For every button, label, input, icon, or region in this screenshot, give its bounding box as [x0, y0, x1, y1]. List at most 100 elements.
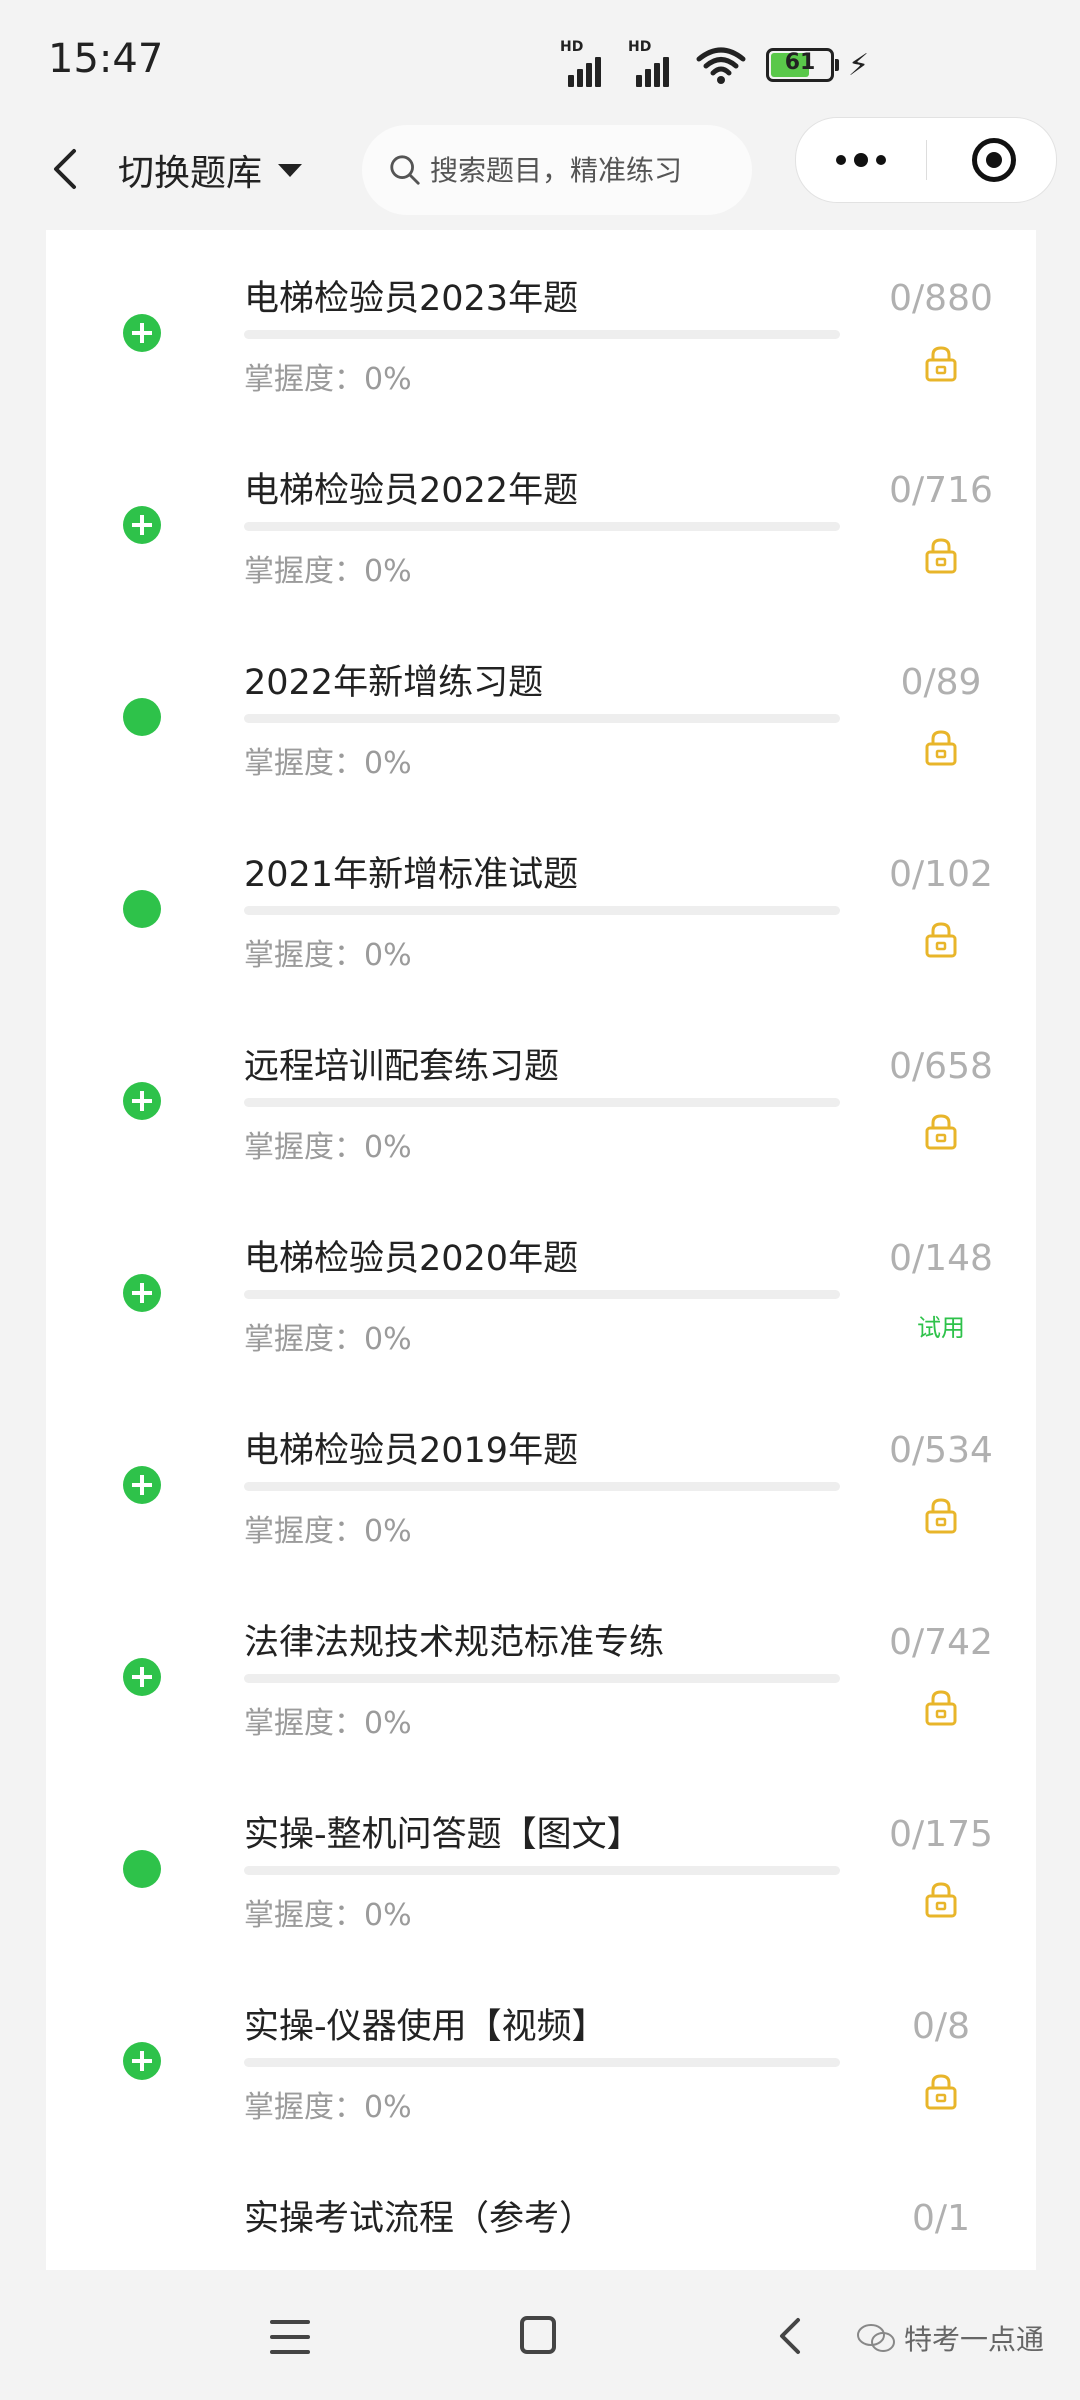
question-count: 0/1 — [912, 2198, 970, 2239]
mastery-text: 掌握度：0% — [244, 1130, 412, 1165]
mastery-text: 掌握度：0% — [244, 2090, 412, 2125]
menu-icon[interactable] — [270, 2318, 314, 2356]
list-item[interactable]: 电梯检验员2023年题掌握度：0% 0/880 — [46, 248, 1036, 440]
trial-badge[interactable]: 试用 — [866, 1308, 1016, 1343]
system-nav-bar: 特考一点通 — [0, 2270, 1080, 2400]
progress-bar — [244, 1098, 840, 1107]
item-title: 远程培训配套练习题 — [244, 1047, 560, 1087]
question-count: 0/534 — [889, 1430, 993, 1471]
lock-icon — [925, 922, 957, 958]
progress-bar — [244, 714, 840, 723]
mastery-text: 掌握度：0% — [244, 1322, 412, 1357]
target-icon — [971, 138, 1016, 182]
question-count: 0/880 — [889, 278, 993, 319]
dot-icon[interactable] — [123, 890, 161, 928]
list-item[interactable]: 实操考试流程（参考） 0/1 — [46, 2168, 1036, 2270]
status-icons: HD HD 61 ⚡ — [560, 38, 869, 92]
question-count: 0/148 — [889, 1238, 993, 1279]
lock-icon — [925, 2074, 957, 2110]
list-item[interactable]: 远程培训配套练习题掌握度：0% 0/658 — [46, 1016, 1036, 1208]
list-item[interactable]: 2021年新增标准试题掌握度：0% 0/102 — [46, 824, 1036, 1016]
list-item[interactable]: 电梯检验员2020年题掌握度：0% 0/148 试用 — [46, 1208, 1036, 1400]
progress-bar — [244, 522, 840, 531]
question-count: 0/175 — [889, 1814, 993, 1855]
progress-bar — [244, 2058, 840, 2067]
dot-icon[interactable] — [123, 698, 161, 736]
signal-icon: HD — [628, 39, 682, 87]
question-bank-list: 电梯检验员2023年题 掌握度：0% 0/880 电梯检验员2022年题 掌握度：0% 0… — [46, 230, 1036, 2270]
chevron-left-icon — [54, 149, 76, 189]
progress-bar — [244, 1290, 840, 1299]
plus-circle-icon[interactable] — [123, 1274, 161, 1312]
status-time: 15:47 — [48, 36, 164, 82]
mastery-text: 掌握度：0% — [244, 1706, 412, 1741]
plus-circle-icon[interactable] — [123, 2042, 161, 2080]
charging-icon: ⚡ — [848, 47, 870, 83]
switch-label: 切换题库 — [118, 153, 263, 194]
item-title: 电梯检验员2022年题 — [244, 471, 579, 511]
home-icon[interactable] — [520, 2316, 556, 2354]
item-title: 法律法规技术规范标准专练 — [244, 1623, 665, 1663]
watermark-text: 特考一点通 — [904, 2323, 1045, 2356]
switch-question-bank-button[interactable]: 切换题库 — [118, 135, 303, 205]
mastery-text: 掌握度：0% — [244, 554, 412, 589]
list-item[interactable]: 实操-整机问答题【图文】掌握度：0% 0/175 — [46, 1784, 1036, 1976]
item-title: 实操考试流程（参考） — [244, 2199, 595, 2239]
lock-icon — [925, 538, 957, 574]
lock-icon — [925, 346, 957, 382]
back-button[interactable] — [38, 137, 92, 201]
list-item[interactable]: 2022年新增练习题 掌握度：0% 0/89 — [46, 632, 1036, 824]
dot-icon[interactable] — [123, 1850, 161, 1888]
capsule-divider — [926, 140, 927, 180]
caret-down-icon — [278, 163, 303, 177]
list-item[interactable]: 电梯检验员2022年题掌握度：0% 0/716 — [46, 440, 1036, 632]
more-button[interactable] — [796, 118, 926, 202]
progress-bar — [244, 330, 840, 339]
lock-icon — [925, 1690, 957, 1726]
progress-bar — [244, 1674, 840, 1683]
lock-icon — [925, 1498, 957, 1534]
lock-icon — [925, 1882, 957, 1918]
progress-bar — [244, 1866, 840, 1875]
battery-icon: 61 — [766, 48, 839, 82]
question-count: 0/102 — [889, 854, 993, 895]
question-count: 0/658 — [889, 1046, 993, 1087]
question-count: 0/8 — [912, 2006, 970, 2047]
lock-icon — [925, 1114, 957, 1150]
search-icon — [390, 155, 420, 185]
plus-circle-icon[interactable] — [123, 1466, 161, 1504]
wifi-icon — [696, 47, 746, 84]
question-count: 0/89 — [900, 662, 982, 703]
mastery-text: 掌握度：0% — [244, 1514, 412, 1549]
item-title: 电梯检验员2020年题 — [244, 1239, 579, 1279]
plus-circle-icon[interactable] — [123, 1658, 161, 1696]
back-icon[interactable] — [770, 2314, 810, 2358]
item-title: 2021年新增标准试题 — [244, 855, 579, 895]
search-box[interactable] — [362, 125, 752, 215]
question-count: 0/716 — [889, 470, 993, 511]
search-input[interactable] — [428, 152, 752, 188]
item-title: 2022年新增练习题 — [244, 663, 544, 703]
list-item[interactable]: 实操-仪器使用【视频】掌握度：0% 0/8 — [46, 1976, 1036, 2168]
signal-icon: HD — [560, 39, 614, 87]
question-count: 0/742 — [889, 1622, 993, 1663]
status-bar: 15:47 HD HD 61 ⚡ — [0, 0, 1080, 120]
progress-bar — [244, 1482, 840, 1491]
mastery-text: 掌握度：0% — [244, 1898, 412, 1933]
item-title: 电梯检验员2023年题 — [244, 279, 579, 319]
list-item[interactable]: 法律法规技术规范标准专练掌握度：0% 0/742 — [46, 1592, 1036, 1784]
wechat-icon — [857, 2324, 895, 2352]
plus-circle-icon[interactable] — [123, 1082, 161, 1120]
nav-bar: 切换题库 — [0, 115, 1080, 225]
item-title: 实操-仪器使用【视频】 — [244, 2007, 607, 2047]
item-title: 实操-整机问答题【图文】 — [244, 1815, 642, 1855]
watermark: 特考一点通 — [856, 2318, 1044, 2358]
mastery-text: 掌握度：0% — [244, 938, 412, 973]
mastery-text: 掌握度：0% — [244, 362, 412, 397]
plus-circle-icon[interactable] — [123, 314, 161, 352]
lock-icon — [925, 730, 957, 766]
list-item[interactable]: 电梯检验员2019年题 掌握度：0% 0/534 — [46, 1400, 1036, 1592]
capsule-menu — [795, 117, 1057, 203]
close-miniprogram-button[interactable] — [931, 118, 1056, 202]
plus-circle-icon[interactable] — [123, 506, 161, 544]
